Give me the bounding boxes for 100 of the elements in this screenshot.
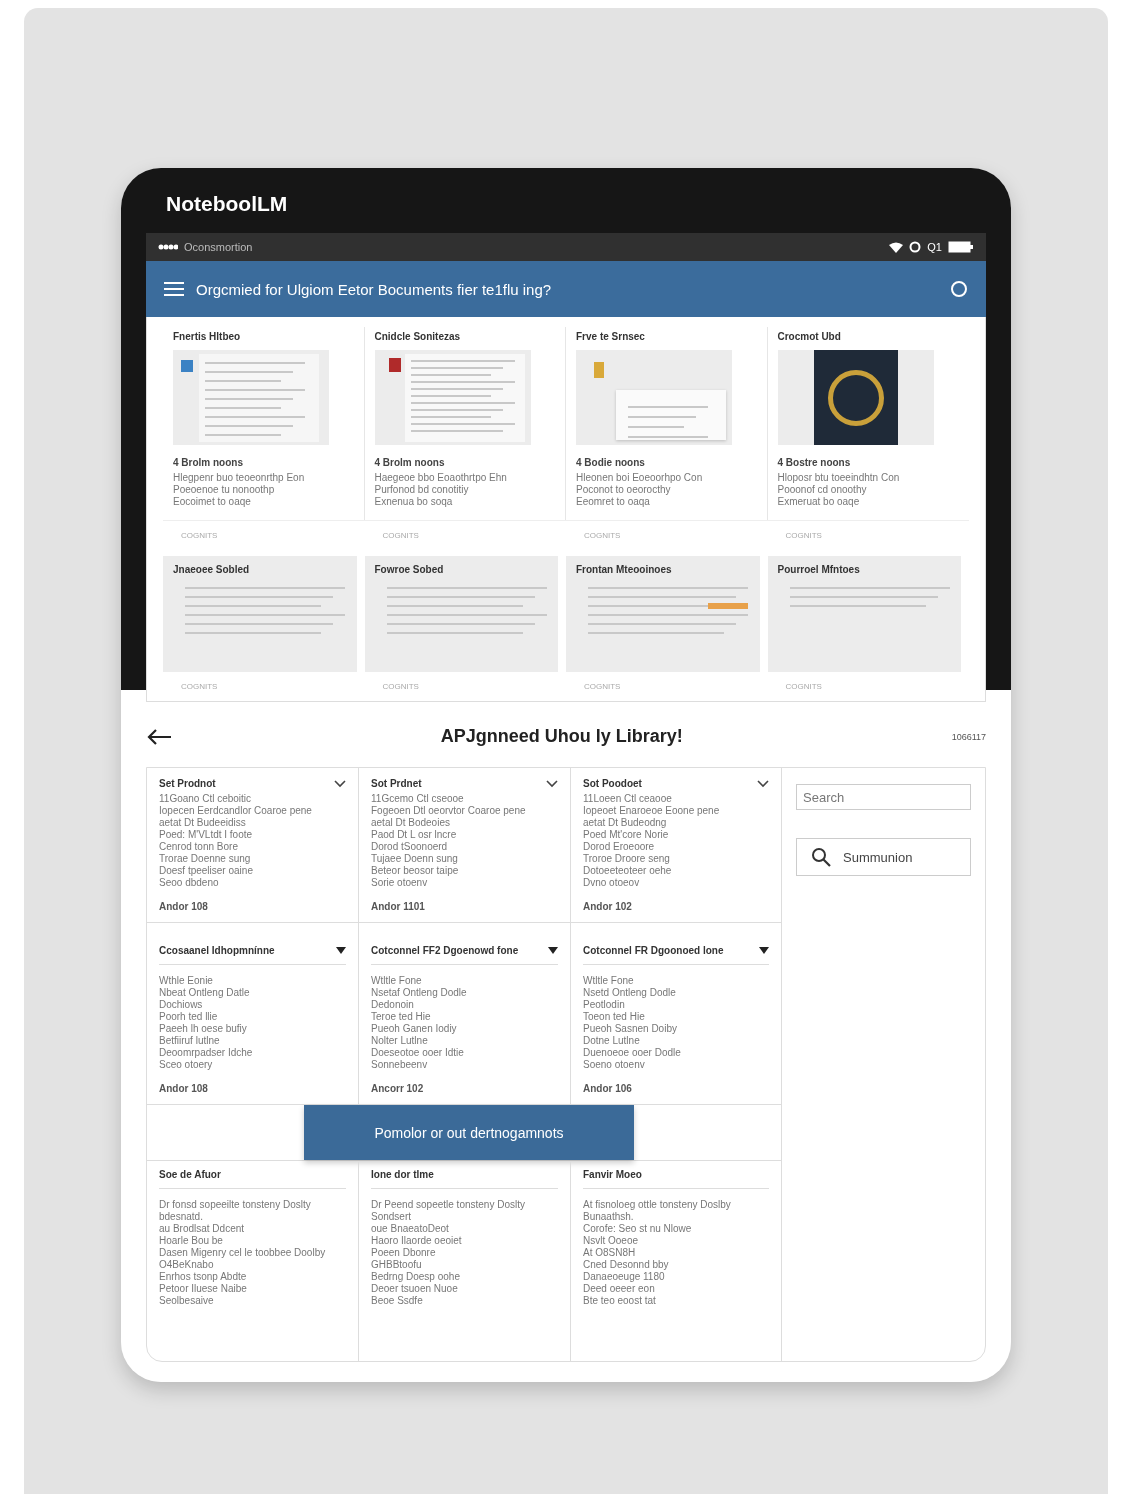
column-text: Bedrng Doesp oohe [371, 1271, 460, 1283]
column-text: Dasen Migenry cel le toobbee Doolby [159, 1247, 326, 1259]
product-text: Dorod tSoonoerd [371, 841, 448, 853]
category-text: Poorh ted llie [159, 1011, 218, 1023]
category-text: Deoomrpadser Idche [159, 1047, 253, 1059]
product-title: Sot Prdnet [371, 778, 422, 789]
card-subtitle: 4 Bostre noons [777, 457, 851, 468]
column-text: Enrhos tsonp Abdte [159, 1271, 247, 1283]
chevron-down-icon[interactable] [546, 779, 558, 788]
category-text: Nbeat Ontleng Datle [159, 987, 250, 999]
category-text: Sceo otoery [159, 1059, 213, 1071]
card-text: Poconot to oeorocthy [576, 484, 671, 496]
card-text: Poeoenoe tu nonoothp [173, 484, 275, 496]
column-text: Haoro Ilaorde oeoiet [371, 1235, 462, 1247]
search-field[interactable]: Search [796, 784, 971, 810]
product-text: Fogeoen Dtl oeorvtor Coaroe pene [371, 805, 526, 817]
card-text: Hlegpenr buo teoeonrthp Eon [173, 472, 305, 484]
note-card[interactable]: Fowroe Sobed [364, 556, 558, 672]
card-subtitle: 4 Brolm noons [173, 457, 243, 468]
product-text: 11Gcemo Ctl cseooe [371, 793, 464, 805]
card-footer: COGNITS [382, 531, 419, 540]
product-footer: Andor 1101 [371, 901, 425, 912]
circle-icon[interactable] [950, 280, 968, 298]
column-text: Beoe Ssdfe [371, 1295, 423, 1307]
column-text: Seolbesaive [159, 1295, 214, 1307]
column-text: At O8SN8H [583, 1247, 636, 1259]
product-footer: Andor 108 [159, 901, 208, 912]
chevron-down-icon[interactable] [334, 779, 346, 788]
search-icon [811, 847, 831, 867]
banner-button[interactable]: Pomolor or out dertnogamnots [304, 1105, 634, 1160]
product-title: Sot Poodoet [583, 778, 642, 789]
column-text: At fisnoloeg ottle tonsteny Doslby Bunaathsh. [583, 1199, 732, 1223]
column-text: Corofe: Seo st nu Nlowe [583, 1223, 692, 1235]
column-title: Fanvir Moeo [583, 1169, 769, 1189]
caret-down-icon[interactable] [759, 947, 769, 954]
product-footer: Andor 102 [583, 901, 632, 912]
product-title: Set Prodnot [159, 778, 216, 789]
column-text: O4BeKnabo [159, 1259, 214, 1271]
product-text: Tujaee Doenn sung [371, 853, 458, 865]
column-text: Deoer tsuoen Nuoe [371, 1283, 458, 1295]
category-title: Ccosaanel Idhopmnínne [159, 945, 275, 956]
summary-button[interactable]: Summunion [796, 838, 971, 876]
back-arrow-icon[interactable] [146, 727, 172, 746]
category-text: Paeeh lh oese bufiy [159, 1023, 247, 1035]
card-footer: COGNITS [181, 531, 218, 540]
category-text: Pueoh Ganen Iodiy [371, 1023, 457, 1035]
product-text: aetal Dt Bodeoies [371, 817, 450, 829]
category-footer: Ancorr 102 [371, 1083, 424, 1094]
column-text: Nsvlt Ooeoe [583, 1235, 639, 1247]
column-text: GHBBtoofu [371, 1259, 422, 1271]
category-text: Dochiows [159, 999, 203, 1011]
product-text: Poed Mt'core Norie [583, 829, 669, 841]
card-text: Exmeruat bo oaqe [777, 496, 860, 508]
menu-icon[interactable] [164, 281, 184, 297]
column-text: Deed oeeer eon [583, 1283, 655, 1295]
category-text: Nsetd Ontleng Dodle [583, 987, 676, 999]
product-text: Seoo dbdeno [159, 877, 219, 889]
product-text: Iopeoet Enaroeoe Eoone pene [583, 805, 720, 817]
card-title: Cnidcle Sonitezas [374, 331, 461, 342]
category-text: Toeon ted Hie [583, 1011, 645, 1023]
category-footer: Andor 106 [583, 1083, 632, 1094]
product-text: Dorod Eroeoore [583, 841, 655, 853]
product-text: Dvno otoeov [583, 877, 640, 889]
card-subtitle: 4 Brolm noons [374, 457, 445, 468]
column-text: Dr fonsd sopeeilte tonsteny Doslty bdesnatd. [159, 1199, 312, 1223]
product-text: Trorae Doenne sung [159, 853, 251, 865]
category-text: Pueoh Sasnen Doiby [583, 1023, 677, 1035]
category-text: Dedonoin [371, 999, 414, 1011]
product-text: 11Loeen Ctl ceaooe [583, 793, 672, 805]
note-card[interactable]: Jnaeoee Sobled [163, 556, 357, 672]
card-title: Frve te Srnsec [576, 331, 645, 342]
note-card[interactable]: Pourroel Mfntoes [767, 556, 961, 672]
wifi-icon [889, 241, 904, 253]
category-text: Betfiiruf lutlne [159, 1035, 220, 1047]
card-title: Crocmot Ubd [777, 331, 841, 342]
category-text: Wtltle Fone [371, 975, 422, 987]
chevron-down-icon[interactable] [757, 779, 769, 788]
card-footer: COGNITS [584, 531, 621, 540]
app-title: NoteboolLM [166, 192, 288, 216]
card-footer: COGNITS [584, 682, 621, 691]
note-card[interactable]: Frontan Mteooinoes [566, 556, 760, 672]
product-text: Sorie otoenv [371, 877, 428, 889]
category-text: Nsetaf Ontleng Dodle [371, 987, 467, 999]
card-title: Jnaeoee Sobled [173, 564, 250, 575]
library-title: APJgnneed Uhou ly Library! [439, 726, 684, 747]
carrier-name: Oconsmortion [184, 241, 253, 253]
product-text: Paod Dt L osr lncre [371, 829, 457, 841]
product-text: Doesf tpeeliser oaine [159, 865, 253, 877]
card-title: Fowroe Sobed [374, 564, 444, 575]
category-footer: Andor 108 [159, 1083, 208, 1094]
card-footer: COGNITS [382, 682, 419, 691]
column-text: oue BnaeatoDeot [371, 1223, 449, 1235]
caret-down-icon[interactable] [336, 947, 346, 954]
product-text: 11Goano Ctl ceboitic [159, 793, 252, 805]
category-text: Duenoeoe ooer Dodle [583, 1047, 681, 1059]
product-text: Cenrod tonn Bore [159, 841, 238, 853]
caret-down-icon[interactable] [548, 947, 558, 954]
ring-icon [909, 241, 922, 253]
product-text: aetat Dt Budeodng [583, 817, 667, 829]
card-subtitle: 4 Bodie noons [576, 457, 645, 468]
